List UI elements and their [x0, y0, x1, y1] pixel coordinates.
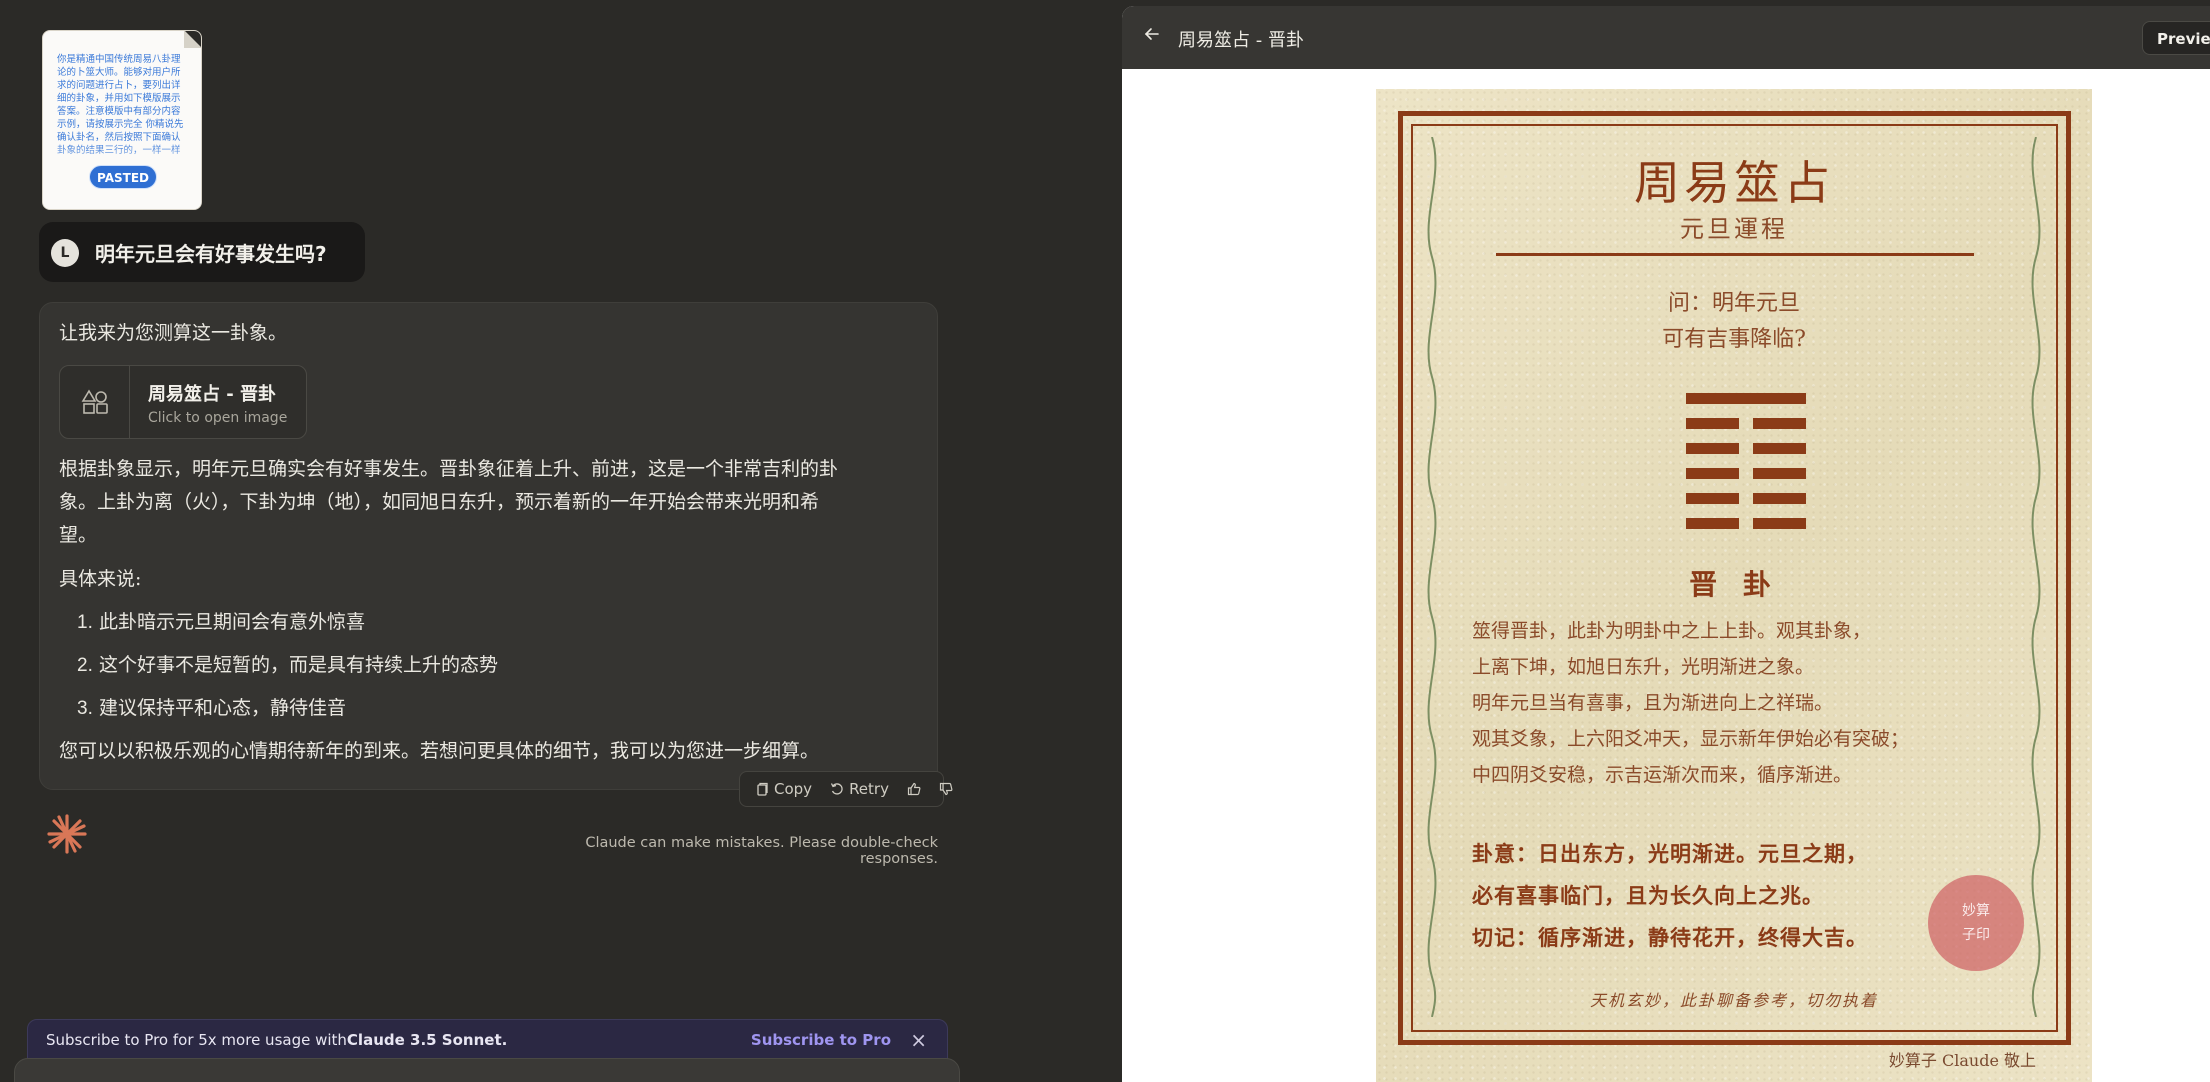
- subscribe-link[interactable]: Subscribe to Pro: [751, 1031, 891, 1049]
- scroll-title: 周易筮占: [1634, 156, 1834, 210]
- pasted-badge: PASTED: [89, 165, 157, 189]
- back-arrow-icon[interactable]: [1142, 24, 1162, 48]
- description-line: 上离下坤，如旭日东升，光明渐进之象。: [1472, 656, 1815, 678]
- yin-segment: [1753, 443, 1806, 454]
- yang-line: [1686, 393, 1806, 404]
- paragraph-line: 象。上卦为离（火），下卦为坤（地），如同旭日东升，预示着新的一年开始会带来光明和…: [59, 491, 820, 513]
- yin-segment: [1686, 443, 1739, 454]
- user-message-text: 明年元旦会有好事发生吗?: [95, 241, 327, 266]
- yin-line: [1686, 493, 1806, 504]
- thumbs-down-button[interactable]: [933, 782, 959, 796]
- subscribe-banner: Subscribe to Pro for 5x more usage with …: [27, 1019, 948, 1061]
- yin-segment: [1753, 418, 1806, 429]
- hexagram-name: 晋 卦: [1689, 568, 1779, 601]
- yin-line: [1686, 418, 1806, 429]
- artifact-card[interactable]: 周易筮占 - 晋卦 Click to open image: [59, 365, 307, 439]
- list-intro: 具体来说:: [59, 568, 142, 590]
- hexagram-symbol: [1686, 393, 1806, 543]
- thumbs-down-icon: [939, 782, 953, 796]
- thumbs-up-icon: [907, 782, 921, 796]
- chat-pane: 你是精通中国传统周易八卦理论的卜筮大师。能够对用户所求的问题进行占卜，要列出详细…: [0, 0, 1122, 1082]
- message-composer[interactable]: [14, 1058, 960, 1082]
- artifact-header: 周易筮占 - 晋卦 Preview: [1122, 6, 2210, 69]
- yin-line: [1686, 468, 1806, 479]
- list-item: 1. 此卦暗示元旦期间会有意外惊喜: [77, 611, 366, 633]
- claude-spark-icon: [45, 812, 89, 860]
- message-actions: Copy Retry: [739, 771, 953, 807]
- artifact-panel-title: 周易筮占 - 晋卦: [1178, 30, 1304, 51]
- thumbs-up-button[interactable]: [901, 782, 927, 796]
- artifact-subtitle: Click to open image: [148, 410, 288, 426]
- title-divider: [1496, 253, 1974, 256]
- description-line: 筮得晋卦，此卦为明卦中之上上卦。观其卦象，: [1472, 620, 1872, 642]
- preview-button[interactable]: Preview: [2142, 21, 2210, 55]
- meaning-line: 必有喜事临门，且为长久向上之兆。: [1472, 883, 1824, 908]
- assistant-intro: 让我来为您测算这一卦象。: [59, 322, 288, 344]
- list-item: 3. 建议保持平和心态，静待佳音: [77, 697, 347, 719]
- meaning-line: 卦意：日出东方，光明渐进。元旦之期，: [1472, 841, 1868, 866]
- yin-segment: [1686, 518, 1739, 529]
- retry-icon: [830, 783, 843, 795]
- scroll-subtitle: 元旦運程: [1680, 215, 1788, 243]
- question-line-2: 可有吉事降临?: [1662, 327, 1806, 352]
- assistant-list: 1. 此卦暗示元旦期间会有意外惊喜 2. 这个好事不是短暂的，而是具有持续上升的态势…: [77, 601, 498, 730]
- yin-segment: [1686, 493, 1739, 504]
- close-banner-button[interactable]: ×: [910, 1028, 927, 1052]
- retry-button[interactable]: Retry: [824, 780, 895, 798]
- subscribe-model: Claude 3.5 Sonnet.: [346, 1031, 508, 1049]
- divination-scroll: 周易筮占 元旦運程 问：明年元旦 可有吉事降临? 晋 卦 筮得晋卦，此卦为明卦中…: [1376, 89, 2092, 1082]
- yin-segment: [1753, 493, 1806, 504]
- artifact-panel: 周易筮占 - 晋卦 Preview 周易筮占 元旦運程 问：明年元旦 可有吉事降…: [1122, 6, 2210, 1082]
- paragraph-line: 根据卦象显示，明年元旦确实会有好事发生。晋卦象征着上升、前进，这是一个非常吉利的…: [59, 458, 839, 480]
- artifact-title: 周易筮占 - 晋卦: [148, 384, 277, 405]
- yin-line: [1686, 443, 1806, 454]
- description-line: 明年元旦当有喜事，且为渐进向上之祥瑞。: [1472, 692, 1834, 714]
- assistant-paragraph-1: 根据卦象显示，明年元旦确实会有好事发生。晋卦象征着上升、前进，这是一个非常吉利的…: [59, 453, 838, 552]
- yin-segment: [1753, 468, 1806, 479]
- hexagram-description: 筮得晋卦，此卦为明卦中之上上卦。观其卦象， 上离下坤，如旭日东升，光明渐进之象。…: [1472, 613, 1909, 793]
- signature: 妙算子 Claude 敬上: [1888, 1051, 2036, 1070]
- artifact-shapes-icon: [60, 366, 130, 438]
- yin-segment: [1753, 518, 1806, 529]
- yang-segment: [1686, 393, 1806, 404]
- yin-segment: [1686, 468, 1739, 479]
- subscribe-text: Subscribe to Pro for 5x more usage with: [46, 1031, 347, 1049]
- yin-segment: [1686, 418, 1739, 429]
- user-message: L 明年元旦会有好事发生吗?: [39, 222, 365, 282]
- disclaimer-text: Claude can make mistakes. Please double-…: [585, 835, 938, 867]
- meaning-line: 切记：循序渐进，静待花开，终得大吉。: [1472, 925, 1868, 950]
- paragraph-line: 望。: [59, 524, 98, 546]
- pasted-attachment[interactable]: 你是精通中国传统周易八卦理论的卜筮大师。能够对用户所求的问题进行占卜，要列出详细…: [42, 30, 202, 210]
- copy-icon: [757, 782, 768, 796]
- user-avatar: L: [51, 239, 79, 267]
- description-line: 中四阴爻安稳，示吉运渐次而来，循序渐进。: [1472, 764, 1853, 786]
- footer-note: 天机玄妙，此卦聊备参考，切勿执着: [1589, 991, 1878, 1010]
- yin-line: [1686, 518, 1806, 529]
- assistant-closing: 您可以以积极乐观的心情期待新年的到来。若想问更具体的细节，我可以为您进一步细算。: [59, 740, 820, 762]
- description-line: 观其爻象，上六阳爻冲天，显示新年伊始必有突破；: [1472, 728, 1910, 750]
- question-line-1: 问：明年元旦: [1667, 291, 1800, 316]
- hexagram-meaning: 卦意：日出东方，光明渐进。元旦之期， 必有喜事临门，且为长久向上之兆。 切记：循…: [1472, 833, 1868, 959]
- list-item: 2. 这个好事不是短暂的，而是具有持续上升的态势: [77, 654, 499, 676]
- assistant-message: 让我来为您测算这一卦象。 周易筮占 - 晋卦 Click to open ima…: [39, 302, 938, 790]
- page-fold: [184, 31, 201, 48]
- red-seal-stamp: 妙算 子印: [1928, 875, 2024, 971]
- copy-button[interactable]: Copy: [750, 780, 818, 798]
